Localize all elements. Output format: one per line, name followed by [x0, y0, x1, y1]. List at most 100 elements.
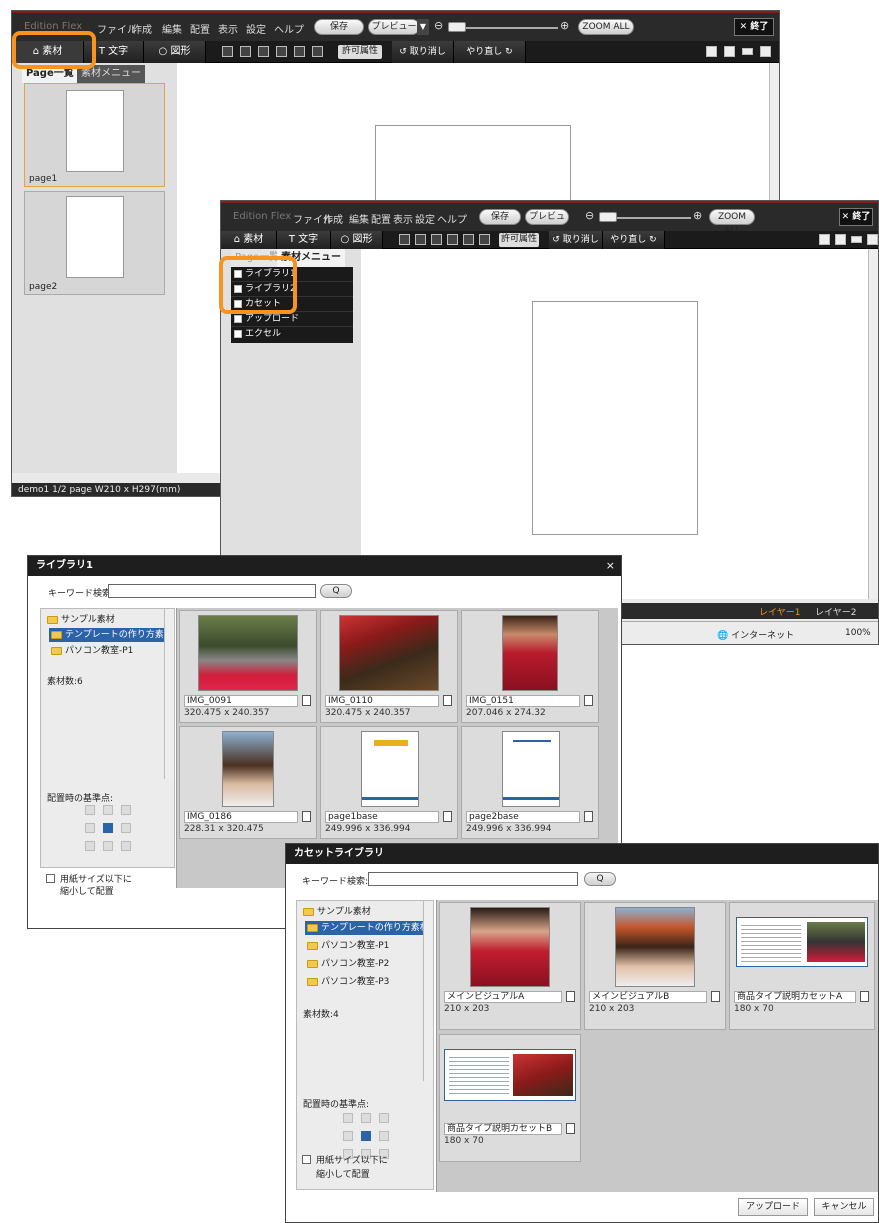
layer1-tab[interactable]: レイヤー1: [759, 605, 800, 618]
menu-item-upload[interactable]: アップロード: [231, 312, 353, 327]
shape-tool[interactable]: ○ 図形: [331, 231, 383, 249]
single-page-icon[interactable]: [706, 46, 717, 57]
single-page-icon[interactable]: [819, 234, 830, 245]
anchor-point[interactable]: [121, 823, 131, 833]
canvas-area[interactable]: [361, 249, 870, 599]
material-item[interactable]: IMG_0110 320.475 x 240.357: [320, 610, 458, 723]
upload-button[interactable]: アップロード: [738, 1198, 808, 1216]
tree-node-root[interactable]: サンプル素材: [301, 905, 371, 919]
anchor-point[interactable]: [121, 805, 131, 815]
redo-button[interactable]: やり直し ↻: [454, 41, 526, 63]
anchor-point[interactable]: [361, 1113, 371, 1123]
document-icon[interactable]: [566, 1123, 575, 1134]
zoom-level[interactable]: 100%: [845, 628, 871, 638]
search-input[interactable]: [368, 872, 578, 886]
document-icon[interactable]: [711, 991, 720, 1002]
redo-button[interactable]: やり直し ↻: [603, 231, 665, 249]
menu-item-excel[interactable]: エクセル: [231, 327, 353, 342]
menu-file[interactable]: ファイル: [97, 21, 137, 36]
menu-view[interactable]: 表示: [393, 211, 413, 226]
shrink-checkbox[interactable]: [302, 1155, 311, 1164]
exit-button[interactable]: ✕ 終了: [734, 18, 774, 36]
anchor-point[interactable]: [121, 841, 131, 851]
back-icon[interactable]: [276, 46, 287, 57]
page-thumbnail[interactable]: page2: [24, 191, 165, 295]
front-icon[interactable]: [431, 234, 442, 245]
zoom-slider-knob[interactable]: [448, 22, 466, 32]
canvas-page[interactable]: [532, 301, 698, 535]
align-icon[interactable]: [399, 234, 410, 245]
help-icon[interactable]: [479, 234, 490, 245]
cancel-button[interactable]: キャンセル: [814, 1198, 874, 1216]
material-item[interactable]: page1base 249.996 x 336.994: [320, 726, 458, 839]
zoom-in-icon[interactable]: ⊕: [693, 209, 702, 222]
preview-dropdown-icon[interactable]: ▼: [417, 19, 429, 35]
document-icon[interactable]: [302, 811, 311, 822]
close-icon[interactable]: ×: [606, 559, 615, 572]
save-button[interactable]: 保存: [314, 19, 364, 35]
zoom-all-button[interactable]: ZOOM ALL: [578, 19, 634, 35]
material-item[interactable]: IMG_0186 228.31 x 320.475: [179, 726, 317, 839]
tree-node[interactable]: パソコン教室-P1: [305, 939, 389, 953]
anchor-point[interactable]: [85, 841, 95, 851]
search-button[interactable]: Q: [320, 584, 352, 598]
anchor-point-selected[interactable]: [361, 1131, 371, 1141]
anchor-point[interactable]: [85, 805, 95, 815]
document-icon[interactable]: [584, 695, 593, 706]
grid-view-icon[interactable]: [867, 234, 878, 245]
help-icon[interactable]: [312, 46, 323, 57]
anchor-point[interactable]: [379, 1113, 389, 1123]
delete-icon[interactable]: [294, 46, 305, 57]
document-icon[interactable]: [302, 695, 311, 706]
canvas-scrollbar[interactable]: [868, 249, 878, 599]
shrink-checkbox[interactable]: [46, 874, 55, 883]
tree-node[interactable]: パソコン教室-P3: [305, 975, 389, 989]
document-icon[interactable]: [443, 695, 452, 706]
anchor-point[interactable]: [379, 1131, 389, 1141]
tree-node[interactable]: パソコン教室-P2: [305, 957, 389, 971]
align-icon[interactable]: [222, 46, 233, 57]
cassette-item[interactable]: メインビジュアルA 210 x 203: [439, 902, 581, 1030]
tree-node-root[interactable]: サンプル素材: [45, 613, 115, 627]
tree-scrollbar[interactable]: [423, 901, 433, 1081]
anchor-point[interactable]: [103, 841, 113, 851]
anchor-point[interactable]: [343, 1131, 353, 1141]
menu-edit[interactable]: 編集: [162, 21, 182, 36]
page-thumbnail[interactable]: page1: [24, 83, 165, 187]
document-icon[interactable]: [860, 991, 869, 1002]
menu-arrange[interactable]: 配置: [371, 211, 391, 226]
document-icon[interactable]: [443, 811, 452, 822]
cassette-item[interactable]: 商品タイプ説明カセットA 180 x 70: [729, 902, 875, 1030]
menu-arrange[interactable]: 配置: [190, 21, 210, 36]
menu-settings[interactable]: 設定: [415, 211, 435, 226]
anchor-point[interactable]: [343, 1113, 353, 1123]
material-item[interactable]: IMG_0091 320.475 x 240.357: [179, 610, 317, 723]
material-item[interactable]: IMG_0151 207.046 x 274.32: [461, 610, 599, 723]
menu-view[interactable]: 表示: [218, 21, 238, 36]
document-icon[interactable]: [566, 991, 575, 1002]
menu-create[interactable]: 作成: [323, 211, 343, 226]
landscape-icon[interactable]: [742, 48, 753, 55]
back-icon[interactable]: [447, 234, 458, 245]
anchor-point-selected[interactable]: [103, 823, 113, 833]
permission-button[interactable]: 許可属性: [499, 233, 539, 247]
tree-node[interactable]: パソコン教室-P1: [49, 644, 133, 658]
menu-help[interactable]: ヘルプ: [274, 21, 304, 36]
tree-node-selected[interactable]: テンプレートの作り方素材: [305, 921, 429, 935]
permission-button[interactable]: 許可属性: [338, 45, 382, 59]
menu-settings[interactable]: 設定: [246, 21, 266, 36]
landscape-icon[interactable]: [851, 236, 862, 243]
menu-edit[interactable]: 編集: [349, 211, 369, 226]
shape-tool[interactable]: ○ 図形: [144, 41, 206, 63]
anchor-point[interactable]: [103, 805, 113, 815]
menu-help[interactable]: ヘルプ: [437, 211, 467, 226]
group-icon[interactable]: [415, 234, 426, 245]
menu-create[interactable]: 作成: [132, 21, 152, 36]
tree-scrollbar[interactable]: [164, 609, 174, 779]
preview-button[interactable]: プレビュー: [525, 209, 569, 236]
layer2-tab[interactable]: レイヤー2: [815, 605, 856, 618]
zoom-all-button[interactable]: ZOOM ALL: [709, 209, 755, 236]
anchor-point[interactable]: [85, 823, 95, 833]
undo-button[interactable]: ↺ 取り消し: [549, 231, 603, 249]
group-icon[interactable]: [240, 46, 251, 57]
